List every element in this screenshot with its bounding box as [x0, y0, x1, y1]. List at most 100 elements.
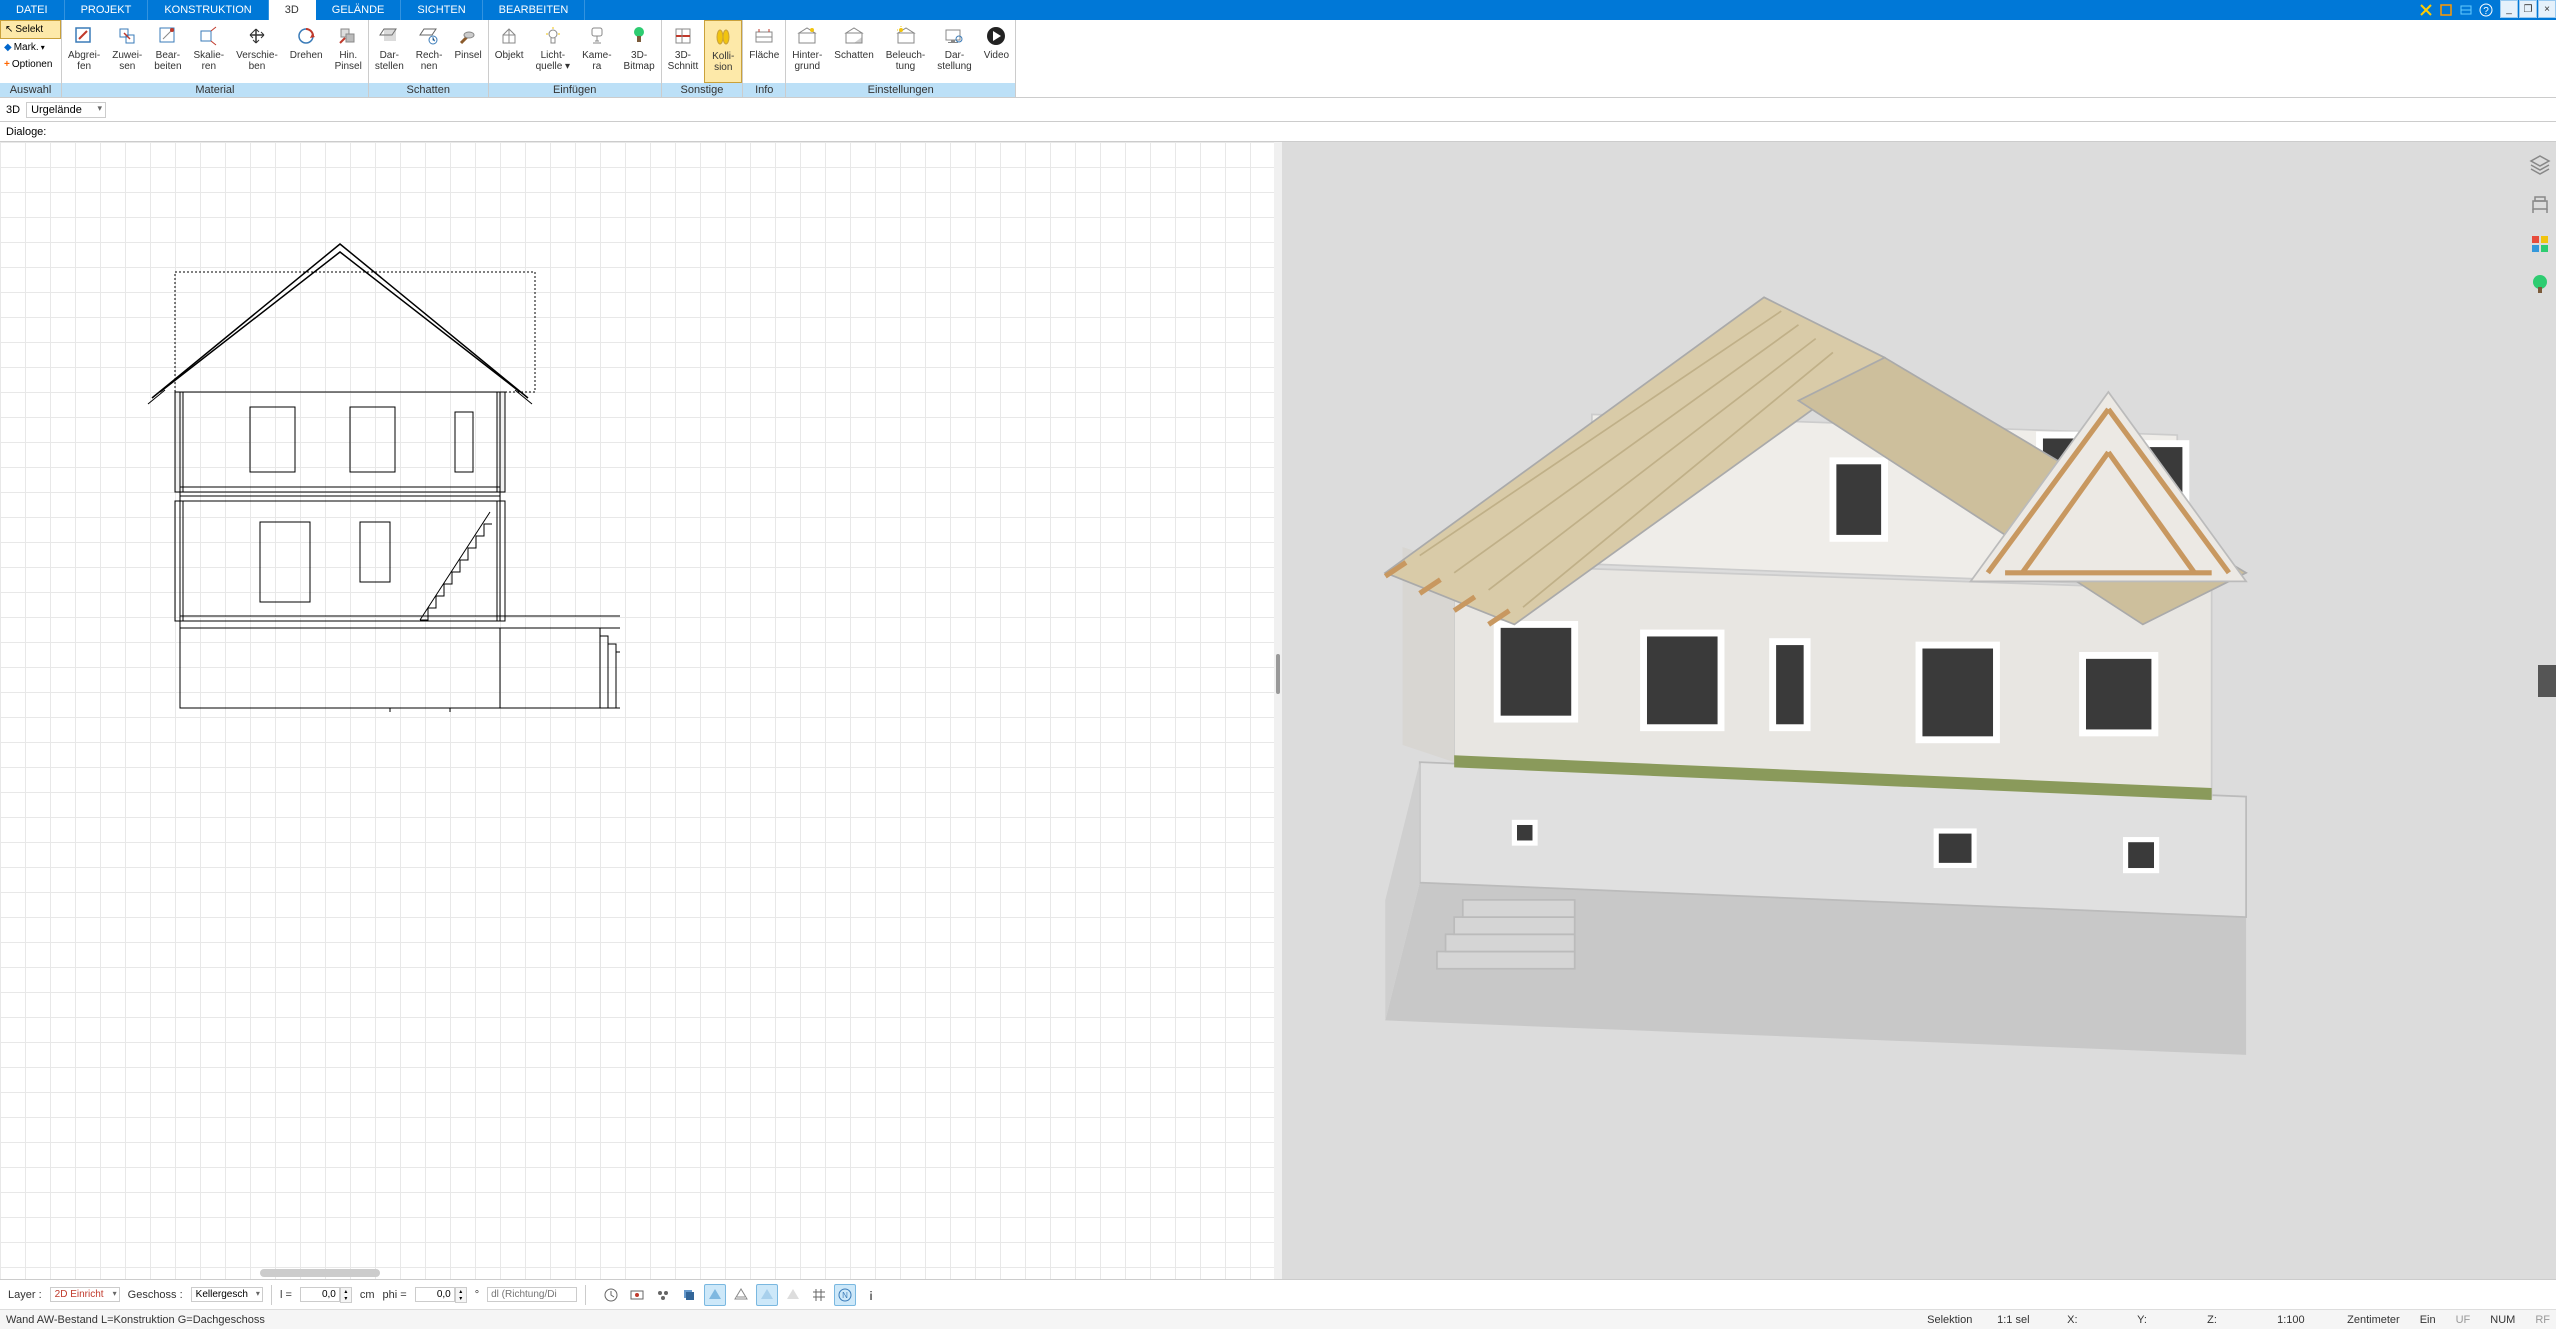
phi-down[interactable]: ▾ — [456, 1295, 466, 1302]
shade3-icon[interactable] — [756, 1284, 778, 1306]
ribbon-kolli-button[interactable]: Kolli-sion — [704, 20, 742, 83]
ribbon-icon — [671, 24, 695, 48]
ribbon-schatten-button[interactable]: Schatten — [828, 20, 879, 83]
tree-icon[interactable] — [2528, 272, 2552, 296]
terrain-select[interactable]: Urgelände — [26, 102, 106, 118]
horizontal-scrollbar-thumb[interactable] — [260, 1269, 380, 1277]
ribbon-icon — [984, 24, 1008, 48]
ribbon-d-button[interactable]: 3D-Schnitt — [662, 20, 705, 83]
main-workspace — [0, 142, 2556, 1279]
house-3d-render — [1282, 142, 2556, 1279]
ribbon-dar-button[interactable]: Dar-stellung — [931, 20, 977, 83]
ribbon-video-button[interactable]: Video — [978, 20, 1015, 83]
ribbon-dar-button[interactable]: Dar-stellen — [369, 20, 410, 83]
ribbon-verschie-button[interactable]: Verschie-ben — [230, 20, 284, 83]
plus-icon: + — [4, 59, 10, 70]
ribbon-icon — [795, 24, 819, 48]
furniture-icon[interactable] — [2528, 192, 2552, 216]
side-panel-tab[interactable] — [2538, 665, 2556, 697]
dialoge-label: Dialoge: — [6, 126, 46, 138]
status-ratio: 1:1 sel — [1997, 1314, 2047, 1326]
ribbon-icon — [72, 24, 96, 48]
mode-label: 3D — [6, 104, 20, 116]
selekt-button[interactable]: ↖ Selekt — [0, 20, 61, 39]
grid-icon[interactable] — [808, 1284, 830, 1306]
ribbon-beleuch-button[interactable]: Beleuch-tung — [880, 20, 931, 83]
status-rf: RF — [2535, 1314, 2550, 1326]
mark-label: Mark. — [14, 42, 39, 53]
shade2-icon[interactable] — [730, 1284, 752, 1306]
svg-text:?: ? — [2483, 6, 2489, 17]
window-restore[interactable]: ❐ — [2519, 0, 2537, 18]
direction-input[interactable] — [487, 1287, 577, 1302]
ribbon-icon — [711, 25, 735, 49]
palette-icon[interactable] — [2528, 232, 2552, 256]
ribbon-licht-button[interactable]: Licht-quelle ▾ — [530, 20, 577, 83]
optionen-label: Optionen — [12, 59, 53, 70]
ribbon-skalie-button[interactable]: Skalie-ren — [188, 20, 231, 83]
length-input[interactable] — [300, 1287, 340, 1302]
ribbon-bear-button[interactable]: Bear-beiten — [148, 20, 187, 83]
svg-text:N: N — [842, 1291, 848, 1300]
info-icon[interactable]: i — [860, 1284, 882, 1306]
window-close[interactable]: × — [2538, 0, 2556, 18]
2d-viewport[interactable] — [0, 142, 1274, 1279]
menu-konstruktion[interactable]: KONSTRUKTION — [148, 0, 268, 20]
window-minimize[interactable]: _ — [2500, 0, 2518, 18]
phi-up[interactable]: ▴ — [456, 1288, 466, 1295]
ribbon-abgrei-button[interactable]: Abgrei-fen — [62, 20, 106, 83]
help-icon[interactable]: ? — [2477, 1, 2495, 19]
menu-projekt[interactable]: PROJEKT — [65, 0, 149, 20]
ribbon-kame-button[interactable]: Kame-ra — [576, 20, 617, 83]
menu-bearbeiten[interactable]: BEARBEITEN — [483, 0, 586, 20]
length-down[interactable]: ▾ — [341, 1295, 351, 1302]
status-z: Z: — [2207, 1314, 2257, 1326]
menu-3d[interactable]: 3D — [269, 0, 316, 20]
ribbon-icon — [294, 24, 318, 48]
length-up[interactable]: ▴ — [341, 1288, 351, 1295]
menu-datei[interactable]: DATEI — [0, 0, 65, 20]
menu-gelaende[interactable]: GELÄNDE — [316, 0, 402, 20]
layers-icon[interactable] — [2528, 152, 2552, 176]
ribbon-drehen-button[interactable]: Drehen — [284, 20, 329, 83]
clock-icon[interactable] — [600, 1284, 622, 1306]
record-icon[interactable] — [626, 1284, 648, 1306]
phi-label: phi = — [383, 1289, 407, 1301]
ribbon-icon — [417, 24, 441, 48]
ribbon-icon — [942, 24, 966, 48]
shade4-icon[interactable] — [782, 1284, 804, 1306]
bottom-toolbar: Layer : 2D Einricht Geschoss : Kellerges… — [0, 1279, 2556, 1309]
tool-icon-2[interactable] — [2437, 1, 2455, 19]
shade1-icon[interactable] — [704, 1284, 726, 1306]
tool-icon-3[interactable] — [2457, 1, 2475, 19]
ribbon-rech-button[interactable]: Rech-nen — [410, 20, 449, 83]
menu-sichten[interactable]: SICHTEN — [401, 0, 482, 20]
status-selektion: Selektion — [1927, 1314, 1977, 1326]
ribbon-zuwei-button[interactable]: Zuwei-sen — [106, 20, 148, 83]
ribbon-flche-button[interactable]: Fläche — [743, 20, 785, 83]
mark-button[interactable]: ◆ Mark. ▾ — [0, 39, 61, 56]
stack-icon[interactable] — [678, 1284, 700, 1306]
ribbon-pinsel-button[interactable]: Pinsel — [448, 20, 487, 83]
ribbon-d-button[interactable]: 3D-Bitmap — [618, 20, 661, 83]
ribbon-icon — [197, 24, 221, 48]
length-unit: cm — [360, 1289, 375, 1301]
ribbon-hinter-button[interactable]: Hinter-grund — [786, 20, 828, 83]
menu-bar: DATEI PROJEKT KONSTRUKTION 3D GELÄNDE SI… — [0, 0, 2556, 20]
tool-icon-1[interactable] — [2417, 1, 2435, 19]
house-section-drawing — [60, 212, 620, 712]
group-icon[interactable] — [652, 1284, 674, 1306]
north-icon[interactable]: N — [834, 1284, 856, 1306]
group-auswahl-label: Auswahl — [0, 83, 61, 97]
layer-select[interactable]: 2D Einricht — [50, 1287, 120, 1302]
ribbon-icon — [245, 24, 269, 48]
3d-viewport[interactable] — [1282, 142, 2556, 1279]
pane-splitter[interactable] — [1274, 142, 1282, 1279]
phi-input[interactable] — [415, 1287, 455, 1302]
ribbon-hin-button[interactable]: Hin.Pinsel — [329, 20, 368, 83]
cursor-icon: ↖ — [5, 24, 13, 35]
geschoss-select[interactable]: Kellergesch — [191, 1287, 263, 1302]
ribbon-objekt-button[interactable]: Objekt — [489, 20, 530, 83]
optionen-button[interactable]: + Optionen — [0, 56, 61, 73]
ribbon-icon — [585, 24, 609, 48]
